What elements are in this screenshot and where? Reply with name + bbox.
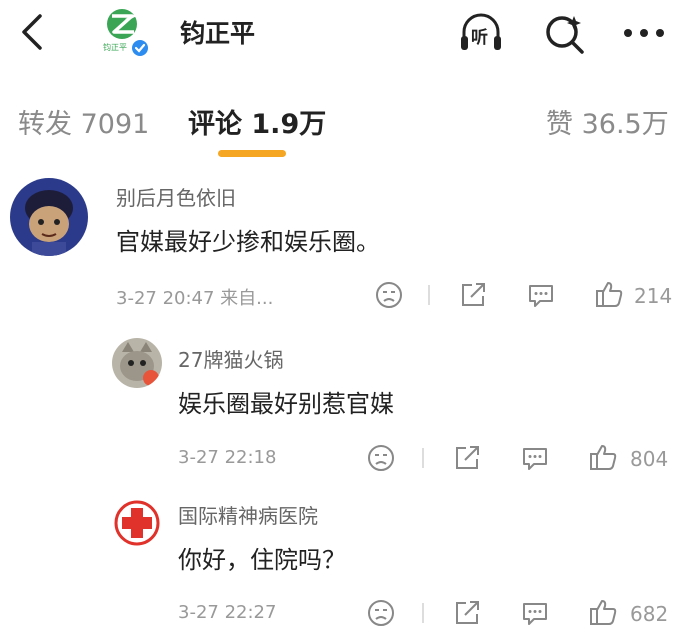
avatar[interactable] <box>10 178 88 256</box>
red-cross-avatar-icon <box>112 498 162 548</box>
share-icon <box>456 446 479 469</box>
thumbs-up-icon <box>596 282 623 307</box>
comment-meta: 3-27 20:47 来自... <box>116 288 274 309</box>
listen-button[interactable]: 听 <box>458 12 504 54</box>
comment-text: 你好，住院吗？ <box>178 546 346 574</box>
share-icon <box>462 283 485 306</box>
thumbs-up-icon <box>590 445 617 470</box>
more-icon <box>624 29 664 37</box>
like-button[interactable] <box>588 442 618 472</box>
share-button[interactable] <box>452 443 482 473</box>
divider <box>428 285 430 305</box>
cartoon-avatar-icon <box>10 178 88 256</box>
tab-reposts[interactable]: 转发 7091 <box>18 102 149 141</box>
dislike-button[interactable] <box>366 598 396 628</box>
reply-button[interactable] <box>520 598 550 628</box>
comment-meta: 3-27 22:18 <box>178 447 277 468</box>
comment-username[interactable]: 27牌猫火锅 <box>178 344 283 373</box>
comment-username[interactable]: 别后月色依旧 <box>116 182 236 211</box>
account-logo[interactable]: 钧正平 <box>100 6 150 58</box>
comment-icon <box>529 285 553 307</box>
avatar[interactable] <box>112 338 162 388</box>
frown-face-icon <box>368 445 394 471</box>
frown-face-icon <box>368 600 394 626</box>
like-count: 804 <box>630 447 669 471</box>
search-button[interactable] <box>542 12 588 54</box>
comment-username[interactable]: 国际精神病医院 <box>178 500 318 529</box>
account-name[interactable]: 钧正平 <box>180 14 255 50</box>
comment-meta: 3-27 22:27 <box>178 602 277 623</box>
like-count: 214 <box>634 284 673 308</box>
reply-button[interactable] <box>520 443 550 473</box>
comment-text: 娱乐圈最好别惹官媒 <box>178 390 394 418</box>
search-icon <box>546 16 584 54</box>
comment-icon <box>523 603 547 625</box>
share-button[interactable] <box>452 598 482 628</box>
like-count: 682 <box>630 602 669 626</box>
like-button[interactable] <box>588 597 618 627</box>
share-button[interactable] <box>458 280 488 310</box>
listen-label: 听 <box>471 28 488 48</box>
avatar[interactable] <box>112 498 162 548</box>
divider <box>422 448 424 468</box>
back-button[interactable] <box>14 12 50 52</box>
divider <box>422 603 424 623</box>
like-button[interactable] <box>594 279 624 309</box>
comment-icon <box>523 448 547 470</box>
frown-face-icon <box>376 282 402 308</box>
reply-button[interactable] <box>526 280 556 310</box>
tab-likes[interactable]: 赞 36.5万 <box>546 102 669 141</box>
share-icon <box>456 601 479 624</box>
thumbs-up-icon <box>590 600 617 625</box>
tab-comments[interactable]: 评论 1.9万 <box>188 102 326 141</box>
back-icon <box>22 14 42 50</box>
cat-avatar-icon <box>112 338 162 388</box>
active-tab-indicator <box>218 150 286 157</box>
logo-caption: 钧正平 <box>103 43 127 52</box>
dislike-button[interactable] <box>366 443 396 473</box>
comment-text: 官媒最好少掺和娱乐圈。 <box>116 228 380 256</box>
more-button[interactable] <box>620 12 670 54</box>
dislike-button[interactable] <box>374 280 404 310</box>
